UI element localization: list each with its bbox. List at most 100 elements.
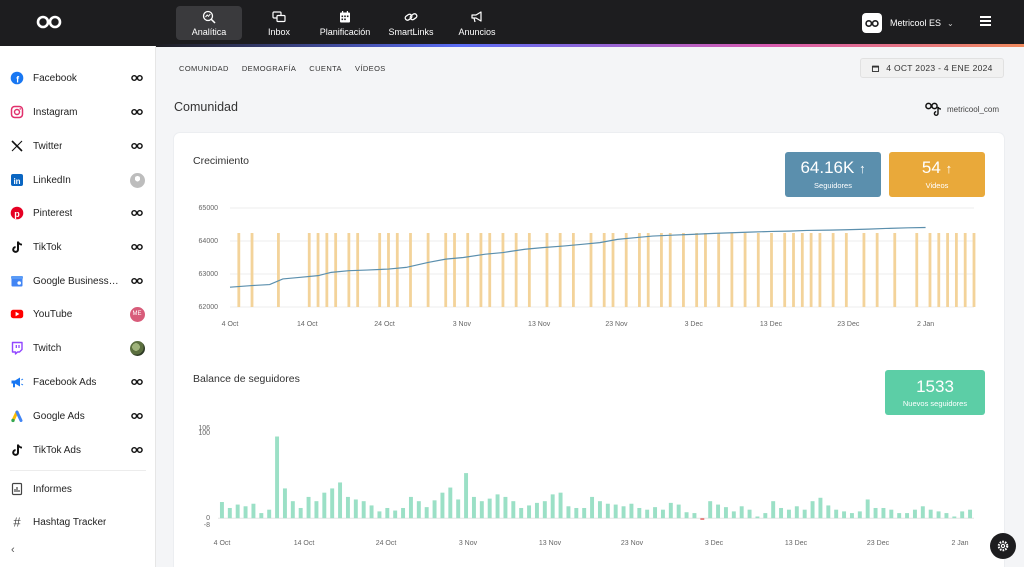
subtab-videos[interactable]: VÍDEOS — [355, 64, 386, 73]
instagram-icon — [10, 105, 24, 119]
subtab-demografia[interactable]: DEMOGRAFÍA — [242, 64, 296, 73]
x-tick-label: 4 Oct — [214, 540, 231, 547]
sidebar-item-tiktok-ads[interactable]: TikTok Ads — [0, 435, 156, 465]
hamburger-menu-icon[interactable] — [980, 16, 991, 26]
followers-balance-bar — [558, 492, 563, 519]
subtab-comunidad[interactable]: COMUNIDAD — [179, 64, 229, 73]
sidebar-item-label: Hashtag Tracker — [33, 516, 107, 528]
linked-status-icon — [131, 446, 143, 454]
x-twitter-icon — [11, 140, 23, 152]
subtab-cuenta[interactable]: CUENTA — [309, 64, 342, 73]
followers-balance-bar — [353, 499, 358, 519]
sidebar-item-facebook-ads[interactable]: Facebook Ads — [0, 367, 156, 397]
connection-status[interactable] — [129, 374, 145, 390]
facebook-ads-icon — [11, 377, 24, 388]
avatar[interactable]: ME — [129, 306, 145, 322]
followers-balance-bar — [873, 507, 878, 519]
balance-chart: 1061000-84 Oct 14 Oct 24 Oct 3 Nov 13 Nov 23 … — [198, 425, 974, 547]
followers-balance-bar — [842, 511, 847, 519]
x-tick-label: 3 Dec — [705, 540, 724, 547]
avatar[interactable] — [129, 340, 145, 356]
followers-balance-bar — [708, 501, 713, 519]
connection-status[interactable] — [129, 104, 145, 120]
tiktok-ads-icon — [12, 444, 23, 456]
connection-status[interactable] — [129, 442, 145, 458]
sidebar-item-google-ads[interactable]: Google Ads — [0, 401, 156, 431]
sidebar-item-google-business-profile[interactable]: Google Business Profile — [0, 266, 156, 296]
calendar-icon — [340, 10, 350, 22]
followers-balance-bar — [527, 505, 532, 519]
nav-item-anuncios[interactable]: Anuncios — [444, 6, 510, 40]
nav-label: Analítica — [191, 26, 227, 37]
nav-item-planificacion[interactable]: Planificación — [312, 6, 378, 40]
followers-balance-bar — [857, 511, 862, 519]
x-tick-label: 23 Dec — [867, 540, 890, 547]
connection-status[interactable] — [129, 408, 145, 424]
date-range-picker[interactable]: 4 OCT 2023 - 4 ENE 2024 — [860, 58, 1004, 78]
collapse-sidebar-icon[interactable]: ‹ — [11, 544, 15, 556]
sidebar-item-twitch[interactable]: Twitch — [0, 333, 156, 363]
hashtag-icon-wrap: # — [10, 515, 24, 529]
sidebar-item-informes[interactable]: Informes — [0, 474, 156, 504]
google-business-icon — [11, 276, 23, 287]
followers-balance-bar — [731, 511, 736, 519]
linked-status-icon — [131, 378, 143, 386]
sidebar-item-instagram[interactable]: Instagram — [0, 97, 156, 127]
page-title: Comunidad — [174, 100, 238, 114]
sidebar-item-label: TikTok — [33, 241, 62, 253]
followers-balance-bar — [282, 488, 287, 519]
connection-status[interactable] — [129, 138, 145, 154]
followers-balance-bar — [408, 496, 413, 519]
sidebar-divider — [10, 470, 146, 471]
avatar[interactable] — [129, 172, 145, 188]
nav-item-analitica[interactable]: Analítica — [176, 6, 242, 40]
sidebar-item-facebook[interactable]: f Facebook — [0, 63, 156, 93]
followers-balance-bar — [794, 506, 799, 519]
sidebar-item-hashtag-tracker[interactable]: # Hashtag Tracker — [0, 507, 156, 537]
connection-status[interactable] — [129, 205, 145, 221]
sidebar-item-linkedin[interactable]: in LinkedIn — [0, 165, 156, 195]
followers-balance-bar — [582, 507, 587, 519]
metricool-logo-icon[interactable] — [36, 14, 62, 30]
brand-selector[interactable]: Metricool ES ⌄ — [862, 13, 954, 33]
followers-balance-bar — [267, 509, 272, 519]
sidebar-item-tiktok[interactable]: TikTok — [0, 232, 156, 262]
sidebar-item-label: Informes — [33, 483, 72, 495]
followers-balance-bar — [243, 506, 248, 519]
sidebar-item-label: YouTube — [33, 308, 73, 320]
nav-item-inbox[interactable]: Inbox — [246, 6, 312, 40]
followers-balance-bar — [763, 513, 768, 519]
reports-icon-wrap — [10, 482, 24, 496]
followers-balance-bar — [377, 511, 382, 519]
facebook-icon: f — [10, 71, 24, 85]
linked-status-icon — [131, 412, 143, 420]
followers-balance-bar — [881, 507, 886, 519]
followers-balance-bar — [345, 496, 350, 519]
followers-balance-bar — [692, 513, 697, 519]
followers-balance-bar — [645, 509, 650, 519]
connection-status[interactable] — [129, 70, 145, 86]
connection-status[interactable] — [129, 239, 145, 255]
x-tick-label: 14 Oct — [294, 540, 315, 547]
followers-balance-bar — [227, 507, 232, 519]
sidebar-item-pinterest[interactable]: p Pinterest — [0, 198, 156, 228]
followers-balance-bar — [440, 492, 445, 519]
google-ads-icon — [11, 410, 23, 423]
settings-gear-button[interactable] — [990, 533, 1016, 559]
sidebar-item-label: Google Business Profile — [33, 275, 121, 287]
followers-balance-bar — [456, 499, 461, 519]
x-tick-label: 23 Nov — [621, 540, 644, 547]
sidebar-item-youtube[interactable]: YouTube ME — [0, 299, 156, 329]
followers-balance-bar — [834, 509, 839, 519]
followers-balance-bar — [369, 505, 374, 519]
account-selector[interactable]: metricool_com — [925, 102, 999, 116]
tiktok-icon — [12, 241, 23, 253]
sidebar-item-twitter[interactable]: Twitter — [0, 131, 156, 161]
connection-status[interactable] — [129, 273, 145, 289]
followers-balance-bar — [668, 502, 673, 519]
nav-item-smartlinks[interactable]: SmartLinks — [378, 6, 444, 40]
followers-balance-bar — [590, 496, 595, 519]
x-tick-label: 13 Nov — [539, 540, 562, 547]
instagram-icon-wrap — [10, 105, 24, 119]
sidebar-item-label: TikTok Ads — [33, 444, 81, 456]
